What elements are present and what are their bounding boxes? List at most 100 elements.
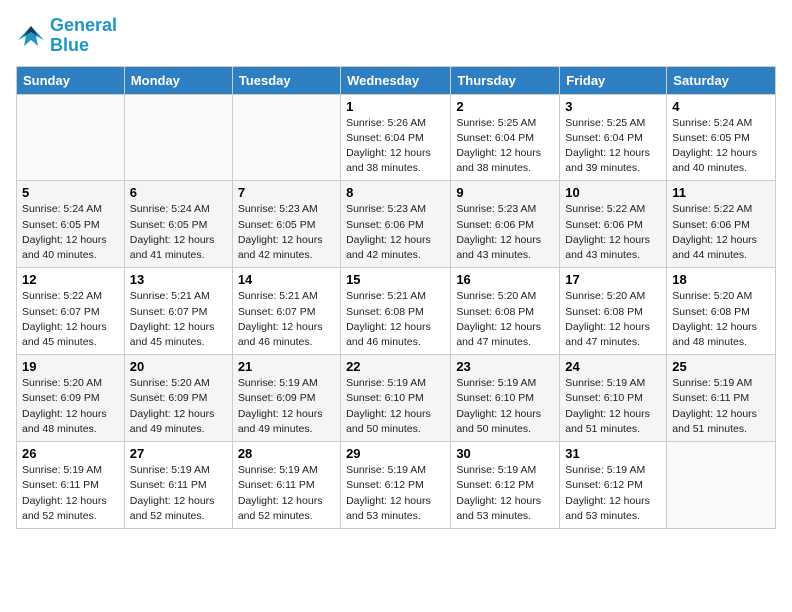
day-number: 1 (346, 99, 445, 114)
day-info: Sunrise: 5:26 AM Sunset: 6:04 PM Dayligh… (346, 116, 445, 177)
day-number: 7 (238, 185, 335, 200)
weekday-header-thursday: Thursday (451, 66, 560, 94)
calendar-cell: 24Sunrise: 5:19 AM Sunset: 6:10 PM Dayli… (560, 355, 667, 442)
calendar-cell: 25 Sunrise: 5:19 AM Sunset: 6:11 PM Dayli… (667, 355, 776, 442)
day-number: 13 (130, 272, 227, 287)
calendar-cell: 22 Sunrise: 5:19 AM Sunset: 6:10 PM Dayli… (341, 355, 451, 442)
calendar-cell: 17 Sunrise: 5:20 AM Sunset: 6:08 PM Dayli… (560, 268, 667, 355)
week-row-4: 19Sunrise: 5:20 AM Sunset: 6:09 PM Dayli… (17, 355, 776, 442)
day-number: 20 (130, 359, 227, 374)
day-info: Sunrise: 5:19 AM Sunset: 6:11 PM Dayligh… (672, 376, 770, 437)
week-row-1: 1 Sunrise: 5:26 AM Sunset: 6:04 PM Daylig… (17, 94, 776, 181)
calendar-cell: 20 Sunrise: 5:20 AM Sunset: 6:09 PM Dayli… (124, 355, 232, 442)
day-info: Sunrise: 5:25 AM Sunset: 6:04 PM Dayligh… (456, 116, 554, 177)
page-header: General Blue (16, 16, 776, 56)
calendar-cell: 9Sunrise: 5:23 AM Sunset: 6:06 PM Daylig… (451, 181, 560, 268)
day-number: 3 (565, 99, 661, 114)
calendar-cell: 30Sunrise: 5:19 AM Sunset: 6:12 PM Dayli… (451, 442, 560, 529)
day-info: Sunrise: 5:23 AM Sunset: 6:05 PM Dayligh… (238, 202, 335, 263)
week-row-5: 26Sunrise: 5:19 AM Sunset: 6:11 PM Dayli… (17, 442, 776, 529)
calendar-cell: 14 Sunrise: 5:21 AM Sunset: 6:07 PM Dayli… (232, 268, 340, 355)
day-number: 5 (22, 185, 119, 200)
day-info: Sunrise: 5:21 AM Sunset: 6:07 PM Dayligh… (238, 289, 335, 350)
calendar-cell: 19Sunrise: 5:20 AM Sunset: 6:09 PM Dayli… (17, 355, 125, 442)
day-number: 11 (672, 185, 770, 200)
day-info: Sunrise: 5:19 AM Sunset: 6:10 PM Dayligh… (565, 376, 661, 437)
day-number: 12 (22, 272, 119, 287)
day-number: 30 (456, 446, 554, 461)
day-number: 28 (238, 446, 335, 461)
calendar-cell: 2 Sunrise: 5:25 AM Sunset: 6:04 PM Daylig… (451, 94, 560, 181)
day-number: 15 (346, 272, 445, 287)
day-info: Sunrise: 5:20 AM Sunset: 6:09 PM Dayligh… (22, 376, 119, 437)
calendar-cell: 29 Sunrise: 5:19 AM Sunset: 6:12 PM Dayli… (341, 442, 451, 529)
calendar-cell: 4Sunrise: 5:24 AM Sunset: 6:05 PM Daylig… (667, 94, 776, 181)
calendar-cell (124, 94, 232, 181)
calendar-cell: 12 Sunrise: 5:22 AM Sunset: 6:07 PM Dayli… (17, 268, 125, 355)
day-info: Sunrise: 5:22 AM Sunset: 6:06 PM Dayligh… (672, 202, 770, 263)
calendar-table: SundayMondayTuesdayWednesdayThursdayFrid… (16, 66, 776, 529)
calendar-cell: 11 Sunrise: 5:22 AM Sunset: 6:06 PM Dayli… (667, 181, 776, 268)
weekday-header-monday: Monday (124, 66, 232, 94)
day-info: Sunrise: 5:19 AM Sunset: 6:11 PM Dayligh… (22, 463, 119, 524)
day-number: 29 (346, 446, 445, 461)
calendar-cell: 16Sunrise: 5:20 AM Sunset: 6:08 PM Dayli… (451, 268, 560, 355)
calendar-cell: 8 Sunrise: 5:23 AM Sunset: 6:06 PM Daylig… (341, 181, 451, 268)
day-info: Sunrise: 5:22 AM Sunset: 6:07 PM Dayligh… (22, 289, 119, 350)
day-number: 31 (565, 446, 661, 461)
day-number: 18 (672, 272, 770, 287)
day-info: Sunrise: 5:24 AM Sunset: 6:05 PM Dayligh… (22, 202, 119, 263)
day-number: 25 (672, 359, 770, 374)
day-info: Sunrise: 5:25 AM Sunset: 6:04 PM Dayligh… (565, 116, 661, 177)
day-number: 2 (456, 99, 554, 114)
day-info: Sunrise: 5:20 AM Sunset: 6:09 PM Dayligh… (130, 376, 227, 437)
day-number: 9 (456, 185, 554, 200)
day-number: 10 (565, 185, 661, 200)
calendar-cell: 13 Sunrise: 5:21 AM Sunset: 6:07 PM Dayli… (124, 268, 232, 355)
week-row-3: 12 Sunrise: 5:22 AM Sunset: 6:07 PM Dayli… (17, 268, 776, 355)
day-number: 6 (130, 185, 227, 200)
day-number: 4 (672, 99, 770, 114)
day-number: 21 (238, 359, 335, 374)
day-number: 8 (346, 185, 445, 200)
calendar-cell (17, 94, 125, 181)
calendar-cell: 3 Sunrise: 5:25 AM Sunset: 6:04 PM Daylig… (560, 94, 667, 181)
calendar-cell: 6 Sunrise: 5:24 AM Sunset: 6:05 PM Daylig… (124, 181, 232, 268)
weekday-header-tuesday: Tuesday (232, 66, 340, 94)
day-info: Sunrise: 5:24 AM Sunset: 6:05 PM Dayligh… (130, 202, 227, 263)
day-info: Sunrise: 5:19 AM Sunset: 6:10 PM Dayligh… (456, 376, 554, 437)
day-number: 23 (456, 359, 554, 374)
day-info: Sunrise: 5:19 AM Sunset: 6:11 PM Dayligh… (130, 463, 227, 524)
day-number: 16 (456, 272, 554, 287)
day-info: Sunrise: 5:19 AM Sunset: 6:11 PM Dayligh… (238, 463, 335, 524)
day-info: Sunrise: 5:22 AM Sunset: 6:06 PM Dayligh… (565, 202, 661, 263)
calendar-cell: 5 Sunrise: 5:24 AM Sunset: 6:05 PM Daylig… (17, 181, 125, 268)
day-number: 22 (346, 359, 445, 374)
day-info: Sunrise: 5:21 AM Sunset: 6:07 PM Dayligh… (130, 289, 227, 350)
weekday-header-wednesday: Wednesday (341, 66, 451, 94)
day-info: Sunrise: 5:19 AM Sunset: 6:10 PM Dayligh… (346, 376, 445, 437)
day-number: 27 (130, 446, 227, 461)
day-info: Sunrise: 5:20 AM Sunset: 6:08 PM Dayligh… (672, 289, 770, 350)
calendar-cell: 23 Sunrise: 5:19 AM Sunset: 6:10 PM Dayli… (451, 355, 560, 442)
weekday-header-sunday: Sunday (17, 66, 125, 94)
day-info: Sunrise: 5:21 AM Sunset: 6:08 PM Dayligh… (346, 289, 445, 350)
weekday-header-saturday: Saturday (667, 66, 776, 94)
logo-text: General Blue (50, 16, 117, 56)
week-row-2: 5 Sunrise: 5:24 AM Sunset: 6:05 PM Daylig… (17, 181, 776, 268)
day-info: Sunrise: 5:19 AM Sunset: 6:12 PM Dayligh… (346, 463, 445, 524)
day-number: 14 (238, 272, 335, 287)
logo-icon (16, 22, 46, 50)
day-info: Sunrise: 5:20 AM Sunset: 6:08 PM Dayligh… (565, 289, 661, 350)
calendar-cell: 15 Sunrise: 5:21 AM Sunset: 6:08 PM Dayli… (341, 268, 451, 355)
calendar-cell: 1 Sunrise: 5:26 AM Sunset: 6:04 PM Daylig… (341, 94, 451, 181)
calendar-cell: 10 Sunrise: 5:22 AM Sunset: 6:06 PM Dayli… (560, 181, 667, 268)
day-info: Sunrise: 5:23 AM Sunset: 6:06 PM Dayligh… (346, 202, 445, 263)
calendar-cell: 26Sunrise: 5:19 AM Sunset: 6:11 PM Dayli… (17, 442, 125, 529)
weekday-header-friday: Friday (560, 66, 667, 94)
day-info: Sunrise: 5:19 AM Sunset: 6:09 PM Dayligh… (238, 376, 335, 437)
day-number: 17 (565, 272, 661, 287)
day-info: Sunrise: 5:19 AM Sunset: 6:12 PM Dayligh… (565, 463, 661, 524)
calendar-cell: 27 Sunrise: 5:19 AM Sunset: 6:11 PM Dayli… (124, 442, 232, 529)
calendar-cell: 31 Sunrise: 5:19 AM Sunset: 6:12 PM Dayli… (560, 442, 667, 529)
